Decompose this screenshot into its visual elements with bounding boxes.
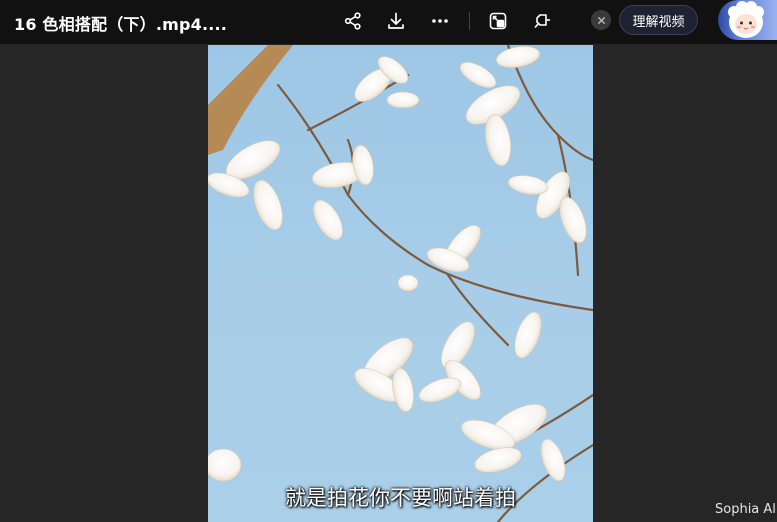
close-button[interactable] xyxy=(591,10,611,30)
video-subtitle: 就是拍花你不要啊站着拍 xyxy=(285,486,516,510)
avatar-icon xyxy=(728,1,764,38)
pin-icon[interactable] xyxy=(529,8,555,34)
video-title: 16 色相搭配（下）.mp4.... xyxy=(14,15,228,34)
picture-in-picture-icon[interactable] xyxy=(485,8,511,34)
download-icon[interactable] xyxy=(383,8,409,34)
top-bar: 16 色相搭配（下）.mp4.... 理解视频 xyxy=(0,0,777,44)
close-icon xyxy=(597,16,605,24)
understand-video-button[interactable]: 理解视频 xyxy=(619,5,698,35)
avatar[interactable] xyxy=(718,0,777,40)
share-icon[interactable] xyxy=(340,8,366,34)
toolbar-divider xyxy=(469,12,470,30)
video-frame[interactable] xyxy=(208,45,593,522)
magnolia-video-image xyxy=(208,45,593,522)
more-icon[interactable] xyxy=(427,8,453,34)
watermark: Sophia Al xyxy=(715,502,776,517)
